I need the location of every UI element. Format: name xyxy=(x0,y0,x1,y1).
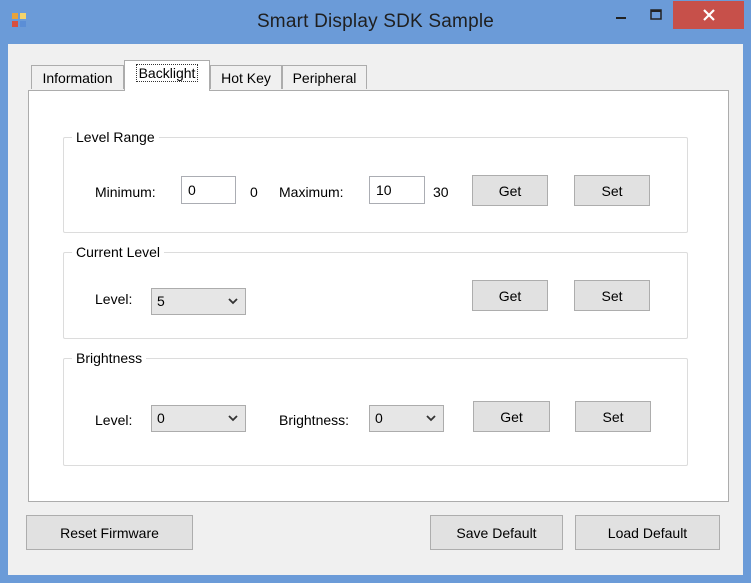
tab-backlight-label: Backlight xyxy=(135,64,199,82)
current-level-group: Current Level Level: 5 Get Set xyxy=(63,243,688,339)
maximum-label: Maximum: xyxy=(279,184,344,200)
current-level-select[interactable]: 5 xyxy=(151,288,246,315)
current-level-value: 5 xyxy=(157,293,165,309)
level-range-title: Level Range xyxy=(72,128,159,146)
tab-peripheral-label: Peripheral xyxy=(292,69,357,86)
current-level-get-button[interactable]: Get xyxy=(472,280,548,311)
chevron-down-icon xyxy=(426,415,436,422)
minimum-readout: 0 xyxy=(250,184,258,200)
brightness-title: Brightness xyxy=(72,349,147,367)
reset-firmware-button[interactable]: Reset Firmware xyxy=(26,515,193,550)
tab-hot-key[interactable]: Hot Key xyxy=(210,65,282,89)
minimum-input[interactable] xyxy=(181,176,236,204)
level-range-set-button[interactable]: Set xyxy=(574,175,650,206)
brightness-label: Brightness: xyxy=(279,412,350,428)
brightness-select[interactable]: 0 xyxy=(369,405,444,432)
maximize-icon xyxy=(650,9,662,20)
client-area: Information Backlight Hot Key Peripheral… xyxy=(8,44,743,575)
brightness-set-button[interactable]: Set xyxy=(575,401,651,432)
close-icon xyxy=(702,9,715,21)
tab-peripheral[interactable]: Peripheral xyxy=(282,65,367,89)
chevron-down-icon xyxy=(228,415,238,422)
tab-hot-key-label: Hot Key xyxy=(221,69,271,86)
brightness-value: 0 xyxy=(375,410,383,426)
level-range-group: Level Range Minimum: 0 Maximum: 30 Get S… xyxy=(63,128,688,233)
chevron-down-icon xyxy=(228,298,238,305)
backlight-panel: Level Range Minimum: 0 Maximum: 30 Get S… xyxy=(28,90,729,502)
close-button[interactable] xyxy=(673,1,744,29)
brightness-group: Brightness Level: 0 Brightness: 0 Get Se… xyxy=(63,349,688,466)
tab-information[interactable]: Information xyxy=(31,65,124,89)
maximum-input[interactable] xyxy=(369,176,425,204)
maximize-button[interactable] xyxy=(639,1,673,29)
brightness-get-button[interactable]: Get xyxy=(473,401,550,432)
save-default-button[interactable]: Save Default xyxy=(430,515,563,550)
brightness-level-value: 0 xyxy=(157,410,165,426)
brightness-level-select[interactable]: 0 xyxy=(151,405,246,432)
title-bar[interactable]: Smart Display SDK Sample xyxy=(0,0,751,44)
tab-backlight[interactable]: Backlight xyxy=(124,60,210,91)
load-default-button[interactable]: Load Default xyxy=(575,515,720,550)
maximum-readout: 30 xyxy=(433,184,449,200)
current-level-title: Current Level xyxy=(72,243,165,261)
minimum-label: Minimum: xyxy=(95,184,156,200)
current-level-set-button[interactable]: Set xyxy=(574,280,650,311)
brightness-level-label: Level: xyxy=(95,412,133,428)
level-range-get-button[interactable]: Get xyxy=(472,175,548,206)
minimize-icon xyxy=(616,17,626,19)
tab-information-label: Information xyxy=(42,69,113,86)
current-level-label: Level: xyxy=(95,291,133,307)
minimize-button[interactable] xyxy=(603,1,639,29)
app-window: Smart Display SDK Sample Information Bac… xyxy=(0,0,751,583)
